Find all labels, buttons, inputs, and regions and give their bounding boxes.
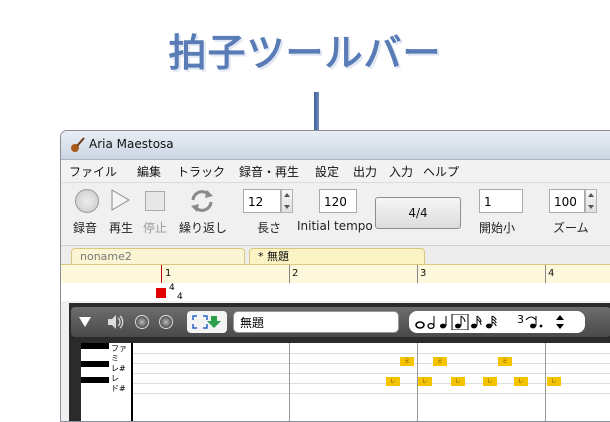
measure-number: 1 xyxy=(165,268,172,279)
note-block[interactable]: レ xyxy=(483,377,497,386)
start-measure-input[interactable]: 1 xyxy=(479,189,523,213)
triplet-label[interactable]: 3 xyxy=(517,313,524,326)
expand-download-icon xyxy=(192,315,221,329)
record-button[interactable] xyxy=(75,189,99,213)
zoom-stepper[interactable] xyxy=(585,189,597,213)
menu-output[interactable]: 出力 xyxy=(353,163,377,180)
tempo-input[interactable]: 120 xyxy=(319,189,357,213)
loop-label: 繰り返し xyxy=(179,221,228,235)
speaker-icon[interactable] xyxy=(107,314,125,330)
stop-label: 停止 xyxy=(143,221,168,235)
note-block[interactable]: ミ xyxy=(400,357,414,366)
menu-edit[interactable]: 編集 xyxy=(137,163,161,180)
time-sig-top: 4 xyxy=(169,283,175,293)
measure-number: 2 xyxy=(292,268,299,279)
menu-bar: ファイル 編集 トラック 録音・再生 設定 出力 入力 ヘルプ xyxy=(61,160,610,183)
length-stepper[interactable] xyxy=(281,189,293,213)
mute-knob-icon[interactable] xyxy=(135,315,149,329)
zoom-input[interactable]: 100 xyxy=(549,189,585,213)
track-name-input[interactable]: 無題 xyxy=(233,311,399,333)
solo-knob-icon[interactable] xyxy=(159,315,173,329)
measure-divider xyxy=(545,265,546,283)
play-icon[interactable] xyxy=(109,189,131,211)
note-block[interactable]: レ xyxy=(547,377,561,386)
note-block[interactable]: レ xyxy=(451,377,465,386)
time-signature-marker[interactable] xyxy=(156,288,166,298)
menu-file[interactable]: ファイル xyxy=(69,163,117,180)
note-block[interactable]: レ xyxy=(386,377,400,386)
tab-noname2[interactable]: noname2 xyxy=(71,248,245,264)
dotted-note-icon[interactable] xyxy=(525,314,547,330)
measure-number: 3 xyxy=(420,268,427,279)
time-signature-row: 4 4 xyxy=(61,283,610,302)
measure-ruler[interactable]: 1 2 3 4 xyxy=(61,264,610,284)
tab-untitled[interactable]: * 無題 xyxy=(249,248,425,264)
menu-playback[interactable]: 録音・再生 xyxy=(239,163,299,180)
key-label: ド# xyxy=(111,384,126,393)
playhead-marker[interactable] xyxy=(161,265,162,283)
play-label: 再生 xyxy=(109,221,134,235)
violin-icon xyxy=(71,137,85,152)
toolbar: 録音 再生 停止 繰り返し 12 長さ 120 Initial tempo 4/… xyxy=(61,183,610,246)
time-sig-bottom: 4 xyxy=(177,292,183,302)
measure-number: 4 xyxy=(548,268,555,279)
menu-help[interactable]: ヘルプ xyxy=(423,163,459,180)
title-bar: Aria Maestosa xyxy=(61,131,610,160)
note-duration-selector[interactable]: 3 xyxy=(409,311,585,333)
measure-divider xyxy=(417,265,418,283)
record-label: 録音 xyxy=(73,221,98,235)
time-signature-button[interactable]: 4/4 xyxy=(375,197,461,229)
app-window: Aria Maestosa ファイル 編集 トラック 録音・再生 設定 出力 入… xyxy=(60,130,610,422)
measure-divider xyxy=(289,265,290,283)
tab-strip: noname2 * 無題 xyxy=(61,246,610,264)
headline-title: 拍子ツールバー xyxy=(168,31,442,75)
note-value-icons xyxy=(415,314,497,330)
menu-settings[interactable]: 設定 xyxy=(315,163,339,180)
note-block[interactable]: レ xyxy=(514,377,528,386)
collapse-triangle-icon[interactable] xyxy=(79,317,91,327)
note-block[interactable]: ミ xyxy=(498,357,512,366)
tempo-label: Initial tempo xyxy=(297,219,373,233)
track-header: 無題 3 xyxy=(71,307,610,337)
start-measure-label: 開始小 xyxy=(479,221,516,235)
loop-icon[interactable] xyxy=(189,188,215,214)
piano-keyboard: ファ ミ レ# レ ド# xyxy=(81,343,131,421)
stop-button[interactable] xyxy=(145,191,165,211)
length-label: 長さ xyxy=(257,221,282,235)
spin-arrows-icon[interactable] xyxy=(555,314,565,330)
menu-track[interactable]: トラック xyxy=(177,163,225,180)
track-settings-button[interactable] xyxy=(187,311,227,333)
note-block[interactable]: ミ xyxy=(433,357,447,366)
menu-input[interactable]: 入力 xyxy=(389,163,413,180)
note-grid[interactable]: ミ ミ ミ レ レ レ レ レ レ xyxy=(133,343,610,421)
length-input[interactable]: 12 xyxy=(243,189,281,213)
window-title: Aria Maestosa xyxy=(89,137,174,151)
zoom-label: ズーム xyxy=(553,221,589,235)
note-block[interactable]: レ xyxy=(418,377,432,386)
